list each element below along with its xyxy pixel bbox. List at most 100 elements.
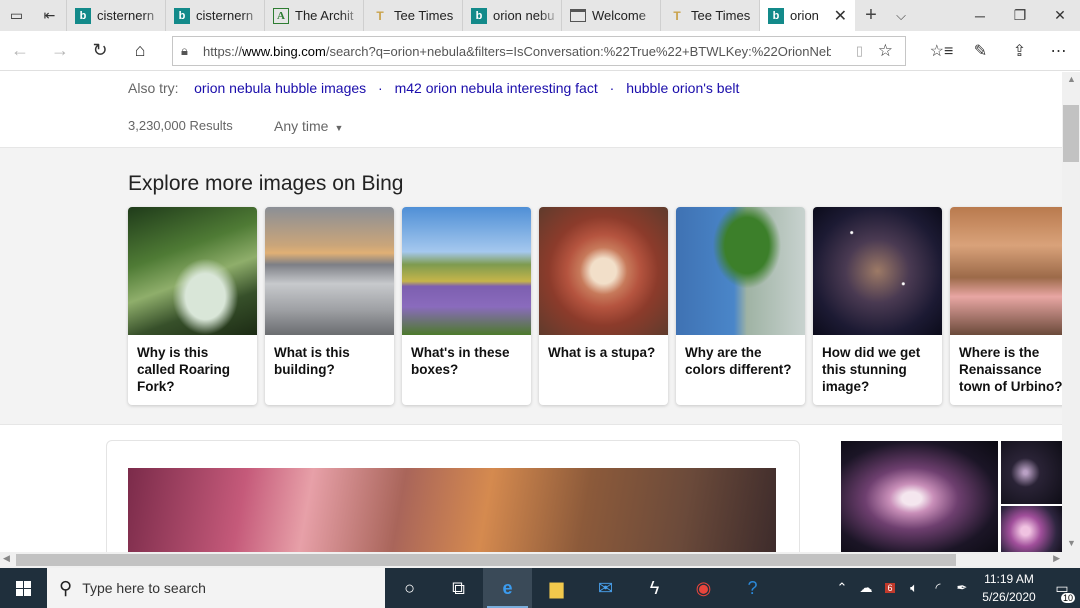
- help-app-icon[interactable]: ?: [728, 568, 777, 608]
- minimize-button[interactable]: ─: [960, 0, 1000, 31]
- scroll-down-icon[interactable]: ▼: [1067, 538, 1076, 548]
- address-bar[interactable]: 🔒︎ https://www.bing.com/search?q=orion+n…: [172, 36, 906, 66]
- nebula-hero-image[interactable]: [128, 468, 776, 552]
- volume-icon[interactable]: 🔈︎: [902, 580, 926, 596]
- start-button[interactable]: [0, 568, 47, 608]
- close-tab-icon[interactable]: ✕: [834, 6, 847, 26]
- explore-card[interactable]: Why is this called Roaring Fork?: [128, 207, 257, 405]
- card-caption[interactable]: How did we get this stunning image?: [813, 335, 942, 395]
- explore-card[interactable]: Where is the Renaissance town of Urbino?: [950, 207, 1062, 405]
- chrome-icon[interactable]: ◉: [679, 568, 728, 608]
- card-caption[interactable]: Where is the Renaissance town of Urbino?: [950, 335, 1062, 395]
- river-forest-image[interactable]: [128, 207, 257, 335]
- star-field-image[interactable]: [813, 207, 942, 335]
- bing-favicon-icon: b: [471, 7, 487, 24]
- also-try-label: Also try:: [128, 80, 179, 96]
- scroll-right-icon[interactable]: ▶: [1053, 553, 1060, 564]
- time-filter-dropdown[interactable]: Any time ▼: [274, 118, 343, 134]
- card-caption[interactable]: What's in these boxes?: [402, 335, 531, 378]
- tab-tee-times-2[interactable]: T Tee Times: [660, 0, 759, 31]
- tab-bar: ▭ ⇤ b cisternern b cisternern A The Arch…: [0, 0, 1080, 31]
- tab-welcome[interactable]: Welcome: [561, 0, 660, 31]
- tab-orion-active[interactable]: b orion ✕: [759, 0, 855, 31]
- card-caption[interactable]: Why are the colors different?: [676, 335, 805, 378]
- tee-favicon-icon: T: [376, 8, 384, 23]
- back-button[interactable]: ←: [0, 31, 40, 71]
- explore-card[interactable]: How did we get this stunning image?: [813, 207, 942, 405]
- lavender-field-image[interactable]: [402, 207, 531, 335]
- more-options-icon[interactable]: ⋯: [1039, 31, 1078, 71]
- stupa-image[interactable]: [539, 207, 668, 335]
- notification-count: 10: [1060, 592, 1075, 603]
- tab-orion-nebu[interactable]: b orion nebu: [462, 0, 561, 31]
- scroll-thumb[interactable]: [1063, 105, 1079, 162]
- home-button[interactable]: ⌂: [120, 31, 160, 71]
- chevron-up-icon[interactable]: ⌃: [830, 580, 854, 596]
- also-try-link-3[interactable]: hubble orion's belt: [626, 80, 739, 96]
- tab-tee-times-1[interactable]: T Tee Times: [363, 0, 462, 31]
- tab-label: orion: [790, 8, 819, 23]
- edge-app-icon[interactable]: e: [483, 568, 532, 608]
- card-caption[interactable]: What is a stupa?: [539, 335, 668, 361]
- refresh-button[interactable]: ↻: [80, 31, 120, 71]
- scroll-up-icon[interactable]: ▲: [1067, 74, 1076, 84]
- explore-card[interactable]: Why are the colors different?: [676, 207, 805, 405]
- restore-button[interactable]: ❐: [1000, 0, 1040, 31]
- lightning-app-icon[interactable]: ϟ: [630, 568, 679, 608]
- nebula-thumbnail-2[interactable]: [1001, 506, 1062, 552]
- card-caption[interactable]: What is this building?: [265, 335, 394, 378]
- tab-preview-icon[interactable]: ▭: [0, 0, 33, 31]
- window-controls: ─ ❐ ✕: [960, 0, 1080, 31]
- forward-button[interactable]: →: [40, 31, 80, 71]
- cortana-icon[interactable]: ○: [385, 568, 434, 608]
- web-note-icon[interactable]: ✎: [961, 31, 1000, 71]
- vertical-scrollbar[interactable]: ▲ ▼: [1062, 72, 1080, 552]
- building-image[interactable]: [265, 207, 394, 335]
- tab-cisternern-2[interactable]: b cisternern: [165, 0, 264, 31]
- mail-icon[interactable]: ✉: [581, 568, 630, 608]
- explore-cards: Why is this called Roaring Fork? What is…: [128, 207, 1062, 405]
- also-try-link-1[interactable]: orion nebula hubble images: [194, 80, 366, 96]
- lock-icon[interactable]: 🔒︎: [181, 43, 203, 59]
- close-window-button[interactable]: ✕: [1040, 0, 1080, 31]
- tab-cisternern-1[interactable]: b cisternern: [66, 0, 165, 31]
- nebula-thumbnail-1[interactable]: [1001, 441, 1062, 504]
- favorites-hub-icon[interactable]: ☆≡: [922, 31, 961, 71]
- clock[interactable]: 11:19 AM 5/26/2020: [974, 570, 1044, 606]
- explore-card[interactable]: What is this building?: [265, 207, 394, 405]
- file-explorer-icon[interactable]: ▆: [532, 568, 581, 608]
- scroll-left-icon[interactable]: ◀: [3, 553, 10, 564]
- wifi-icon[interactable]: ◜: [926, 580, 950, 596]
- scroll-thumb[interactable]: [16, 554, 956, 566]
- tab-label: Tee Times: [691, 8, 751, 23]
- caret-down-icon: ▼: [334, 123, 344, 133]
- also-try-link-2[interactable]: m42 orion nebula interesting fact: [395, 80, 598, 96]
- explore-card[interactable]: What is a stupa?: [539, 207, 668, 405]
- island-tree-image[interactable]: [676, 207, 805, 335]
- chevron-down-icon[interactable]: ⌵: [887, 0, 915, 31]
- taskbar-search[interactable]: ⚲ Type here to search: [47, 568, 385, 608]
- orion-nebula-image[interactable]: [841, 441, 998, 552]
- horizontal-scrollbar[interactable]: ◀ ▶: [0, 552, 1080, 568]
- card-caption[interactable]: Why is this called Roaring Fork?: [128, 335, 257, 395]
- explore-title: Explore more images on Bing: [128, 172, 404, 195]
- share-icon[interactable]: ⇪: [1000, 31, 1039, 71]
- archit-favicon-icon: A: [273, 7, 289, 24]
- pen-icon[interactable]: ✒: [950, 580, 974, 596]
- tee-favicon-icon: T: [673, 8, 681, 23]
- bing-favicon-icon: b: [768, 7, 784, 24]
- tab-the-archit[interactable]: A The Archit: [264, 0, 363, 31]
- set-tabs-aside-icon[interactable]: ⇤: [33, 0, 66, 31]
- task-view-icon[interactable]: ⧉: [434, 568, 483, 608]
- urbino-town-image[interactable]: [950, 207, 1062, 335]
- url-text[interactable]: https://www.bing.com/search?q=orion+nebu…: [203, 44, 831, 59]
- favorite-star-icon[interactable]: ☆: [878, 41, 893, 61]
- new-tab-button[interactable]: +: [855, 0, 887, 31]
- action-center-icon[interactable]: ▭ 10: [1044, 580, 1080, 603]
- also-try-row: Also try: orion nebula hubble images · m…: [128, 80, 740, 96]
- explore-card[interactable]: What's in these boxes?: [402, 207, 531, 405]
- taskbar: ⚲ Type here to search ○ ⧉ e ▆ ✉ ϟ ◉ ? ⌃ …: [0, 568, 1080, 608]
- onedrive-icon[interactable]: ☁: [854, 580, 878, 596]
- reading-view-icon[interactable]: ▯: [856, 43, 863, 59]
- dropbox-icon[interactable]: 6: [878, 583, 902, 593]
